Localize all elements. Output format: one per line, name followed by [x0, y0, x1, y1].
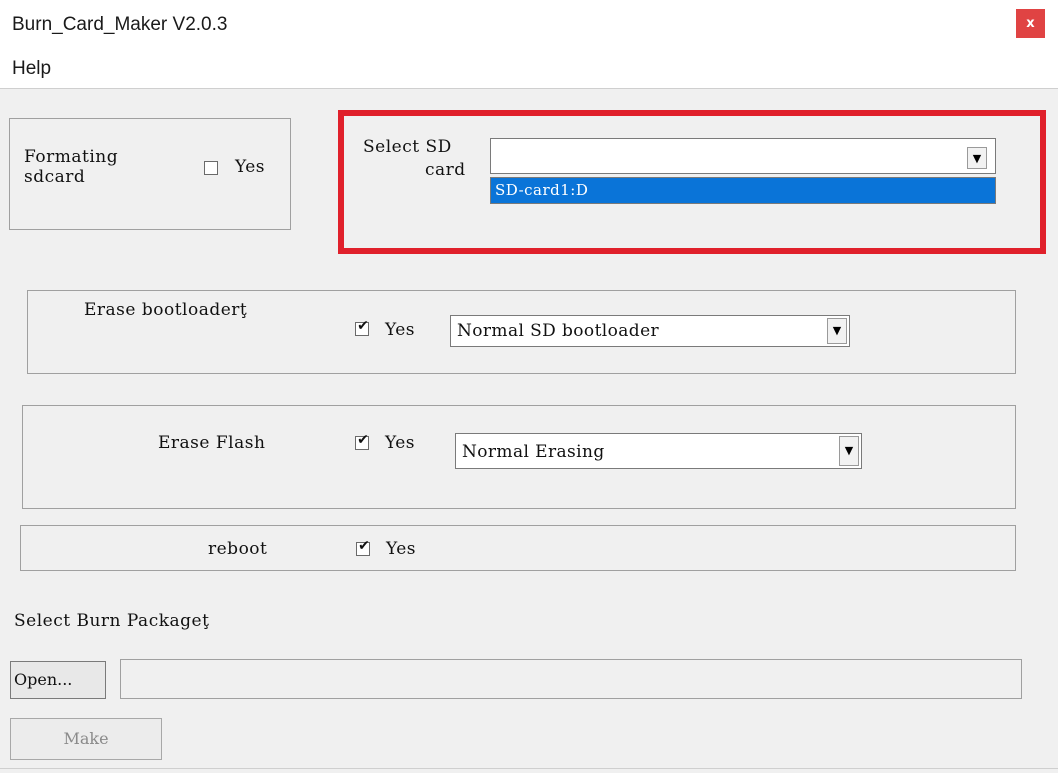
erase-flash-checkbox[interactable]: ✔	[355, 432, 369, 450]
window-title: Burn_Card_Maker V2.0.3	[12, 14, 228, 35]
close-icon[interactable]: x	[1016, 9, 1045, 38]
erase-bootloader-label: Erase bootloaderţ	[84, 300, 248, 320]
erase-mode-select[interactable]: Normal Erasing ▼	[455, 433, 862, 469]
reboot-group	[20, 525, 1016, 571]
make-button[interactable]: Make	[10, 718, 162, 760]
open-button[interactable]: Open...	[10, 661, 106, 699]
erase-mode-select-value: Normal Erasing	[462, 442, 605, 462]
reboot-checkbox[interactable]: ✔	[356, 538, 370, 556]
menu-bar: Help	[0, 50, 1058, 89]
erase-bootloader-yes-label: Yes	[385, 320, 416, 340]
bottom-divider	[0, 768, 1058, 769]
format-label-line2: sdcard	[24, 167, 86, 187]
check-icon: ✔	[357, 432, 369, 448]
format-checkbox[interactable]	[204, 161, 218, 175]
erase-bootloader-checkbox[interactable]: ✔	[355, 318, 369, 336]
chevron-down-icon[interactable]: ▼	[827, 318, 847, 344]
burn-package-label: Select Burn Packageţ	[14, 611, 210, 631]
title-bar: Burn_Card_Maker V2.0.3 x	[0, 0, 1058, 50]
check-icon: ✔	[357, 318, 369, 334]
erase-flash-yes-label: Yes	[385, 433, 416, 453]
format-label-line1: Formating	[24, 147, 119, 167]
menu-help[interactable]: Help	[12, 58, 51, 80]
bootloader-select[interactable]: Normal SD bootloader ▼	[450, 315, 850, 347]
format-yes-label: Yes	[235, 157, 266, 177]
bootloader-select-value: Normal SD bootloader	[457, 321, 660, 341]
highlight-annotation	[338, 110, 1046, 254]
erase-flash-label: Erase Flash	[158, 433, 266, 453]
chevron-down-icon[interactable]: ▼	[839, 436, 859, 466]
reboot-yes-label: Yes	[386, 539, 417, 559]
check-icon: ✔	[358, 538, 370, 554]
reboot-label: reboot	[208, 539, 268, 559]
package-path-field[interactable]	[120, 659, 1022, 699]
